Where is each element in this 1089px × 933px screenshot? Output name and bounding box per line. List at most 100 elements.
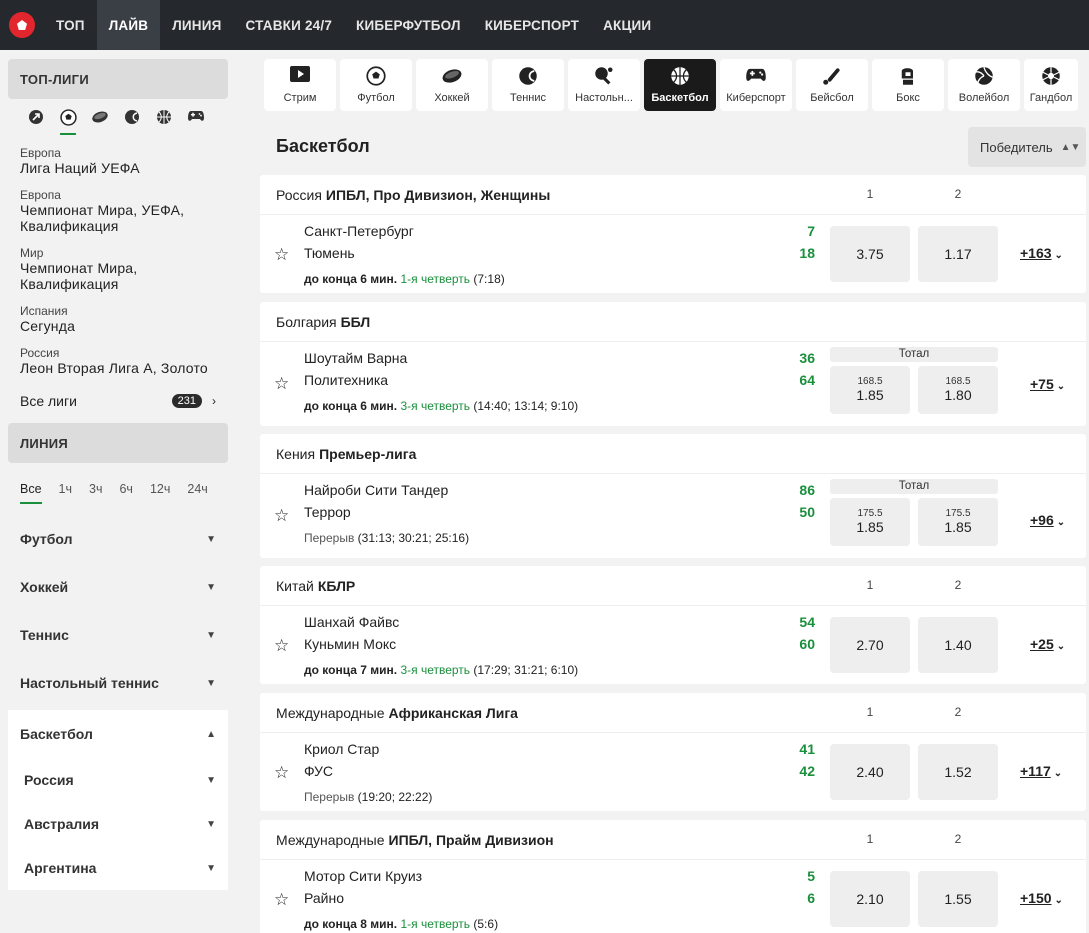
league-header[interactable]: Болгария ББЛ <box>260 302 1086 342</box>
hockey-icon[interactable] <box>84 109 116 139</box>
sidebar-sport-football[interactable]: Футбол ▼ <box>8 515 228 563</box>
more-markets-link[interactable]: +150 ⌄ <box>1020 890 1063 906</box>
rugby-icon[interactable] <box>20 109 52 139</box>
tab-esports[interactable]: Киберспорт <box>720 59 792 111</box>
period-24h[interactable]: 24ч <box>187 482 207 500</box>
odd-button[interactable]: 3.75 <box>830 226 910 282</box>
tab-boxing[interactable]: Бокс <box>872 59 944 111</box>
odd-button[interactable]: 2.10 <box>830 871 910 927</box>
odd-button[interactable]: 175.5 1.85 <box>918 498 998 546</box>
market-select[interactable]: Победитель ▲▼ <box>968 127 1086 167</box>
league-header[interactable]: Международные ИПБЛ, Прайм Дивизион 1 2 <box>260 820 1086 860</box>
tab-tennis[interactable]: Теннис <box>492 59 564 111</box>
event-row[interactable]: ☆ Санкт-Петербург Тюмень 7 18 до конца 6… <box>260 215 1086 293</box>
more-markets-link[interactable]: +117 ⌄ <box>1020 763 1062 779</box>
nav-top[interactable]: ТОП <box>44 0 97 50</box>
odd-button[interactable]: 1.17 <box>918 226 998 282</box>
event-row[interactable]: ☆ Шоутайм Варна Политехника 36 64 до кон… <box>260 342 1086 426</box>
league-country: Россия <box>276 186 322 203</box>
period-12h[interactable]: 12ч <box>150 482 170 500</box>
team-2: Террор <box>304 504 351 520</box>
odd-button[interactable]: 175.5 1.85 <box>830 498 910 546</box>
period-1h[interactable]: 1ч <box>59 482 72 500</box>
league-region: Мир <box>20 246 44 260</box>
league-header[interactable]: Международные Африканская Лига 1 2 <box>260 693 1086 733</box>
odd-button[interactable]: 168.5 1.85 <box>830 366 910 414</box>
period-label: 3-я четверть <box>400 399 471 413</box>
sidebar-country-russia[interactable]: Россия ▼ <box>8 758 228 802</box>
sidebar-sport-table-tennis[interactable]: Настольный теннис ▼ <box>8 659 228 707</box>
sort-arrows-icon: ▲▼ <box>1060 141 1081 153</box>
football-icon[interactable] <box>52 109 84 139</box>
sidebar-sport-hockey[interactable]: Хоккей ▼ <box>8 563 228 611</box>
tab-label: Киберспорт <box>726 92 786 104</box>
star-icon[interactable]: ☆ <box>274 506 289 526</box>
nav-line[interactable]: ЛИНИЯ <box>160 0 233 50</box>
more-markets-link[interactable]: +96 ⌄ <box>1030 512 1065 528</box>
event-row[interactable]: ☆ Криол Стар ФУС 41 42 Перерыв (19:20; 2… <box>260 733 1086 811</box>
event-row[interactable]: ☆ Найроби Сити Тандер Террор 86 50 Перер… <box>260 474 1086 558</box>
tab-table-tennis[interactable]: Настольн... <box>568 59 640 111</box>
more-markets-link[interactable]: +75 ⌄ <box>1030 376 1065 392</box>
boxing-icon <box>898 66 918 88</box>
league-name: ИПБЛ, Про Дивизион, Женщины <box>325 186 551 203</box>
odd-button[interactable]: 1.40 <box>918 617 998 673</box>
league-item[interactable]: Европа Чемпионат Мира, УЕФА, Квалификаци… <box>8 183 228 241</box>
odd-value: 1.85 <box>856 519 884 535</box>
league-header[interactable]: Россия ИПБЛ, Про Дивизион, Женщины 1 2 <box>260 175 1086 215</box>
odd-button[interactable]: 2.70 <box>830 617 910 673</box>
league-header[interactable]: Китай КБЛР 1 2 <box>260 566 1086 606</box>
odd-button[interactable]: 2.40 <box>830 744 910 800</box>
league-item[interactable]: Мир Чемпионат Мира, Квалификация <box>8 241 228 299</box>
basketball-icon[interactable] <box>148 109 180 139</box>
period-all[interactable]: Все <box>20 482 42 504</box>
odd-button[interactable]: 168.5 1.80 <box>918 366 998 414</box>
tennis-icon[interactable] <box>116 109 148 139</box>
league-country: Болгария <box>276 313 337 330</box>
sidebar-sport-basketball[interactable]: Баскетбол ▲ <box>8 710 228 758</box>
sidebar-country-australia[interactable]: Австралия ▼ <box>8 802 228 846</box>
event-row[interactable]: ☆ Мотор Сити Круиз Райно 5 6 до конца 8 … <box>260 860 1086 933</box>
time-remaining: до конца 6 мин. <box>304 272 398 286</box>
period-3h[interactable]: 3ч <box>89 482 102 500</box>
sidebar-country-argentina[interactable]: Аргентина ▼ <box>8 846 228 890</box>
top-leagues-header: ТОП-ЛИГИ <box>8 59 228 99</box>
all-leagues-link[interactable]: Все лиги 231 › <box>8 383 228 423</box>
tab-hockey[interactable]: Хоккей <box>416 59 488 111</box>
odd-button[interactable]: 1.55 <box>918 871 998 927</box>
esports-icon[interactable] <box>180 109 212 139</box>
tab-volleyball[interactable]: Волейбол <box>948 59 1020 111</box>
star-icon[interactable]: ☆ <box>274 374 289 394</box>
sidebar-sport-tennis[interactable]: Теннис ▼ <box>8 611 228 659</box>
tab-baseball[interactable]: Бейсбол <box>796 59 868 111</box>
event-row[interactable]: ☆ Шанхай Файвс Куньмин Мокс 54 60 до кон… <box>260 606 1086 684</box>
league-header[interactable]: Кения Премьер-лига <box>260 434 1086 474</box>
star-icon[interactable]: ☆ <box>274 245 289 265</box>
league-name: КБЛР <box>317 577 356 594</box>
chevron-right-icon: › <box>212 394 216 408</box>
nav-esports[interactable]: КИБЕРСПОРТ <box>473 0 591 50</box>
league-item[interactable]: Россия Леон Вторая Лига А, Золото <box>8 341 228 383</box>
nav-promos[interactable]: АКЦИИ <box>591 0 663 50</box>
tab-football[interactable]: Футбол <box>340 59 412 111</box>
league-item[interactable]: Европа Лига Наций УЕФА <box>8 141 228 183</box>
odd-button[interactable]: 1.52 <box>918 744 998 800</box>
tab-handball[interactable]: Гандбол <box>1024 59 1078 111</box>
period-6h[interactable]: 6ч <box>119 482 132 500</box>
star-icon[interactable]: ☆ <box>274 890 289 910</box>
team-2: Тюмень <box>304 245 355 261</box>
score-1: 36 <box>799 350 815 366</box>
nav-bets-247[interactable]: СТАВКИ 24/7 <box>234 0 344 50</box>
match-info: Перерыв (31:13; 30:21; 25:16) <box>304 531 469 545</box>
league-item[interactable]: Испания Сегунда <box>8 299 228 341</box>
sport-label: Настольный теннис <box>20 675 159 691</box>
tab-stream[interactable]: Стрим <box>264 59 336 111</box>
logo[interactable] <box>0 0 44 50</box>
star-icon[interactable]: ☆ <box>274 763 289 783</box>
more-markets-link[interactable]: +25 ⌄ <box>1030 636 1065 652</box>
star-icon[interactable]: ☆ <box>274 636 289 656</box>
nav-cyberfootball[interactable]: КИБЕРФУТБОЛ <box>344 0 473 50</box>
tab-basketball[interactable]: Баскетбол <box>644 59 716 111</box>
nav-live[interactable]: ЛАЙВ <box>96 0 161 50</box>
more-markets-link[interactable]: +163 ⌄ <box>1020 245 1063 261</box>
